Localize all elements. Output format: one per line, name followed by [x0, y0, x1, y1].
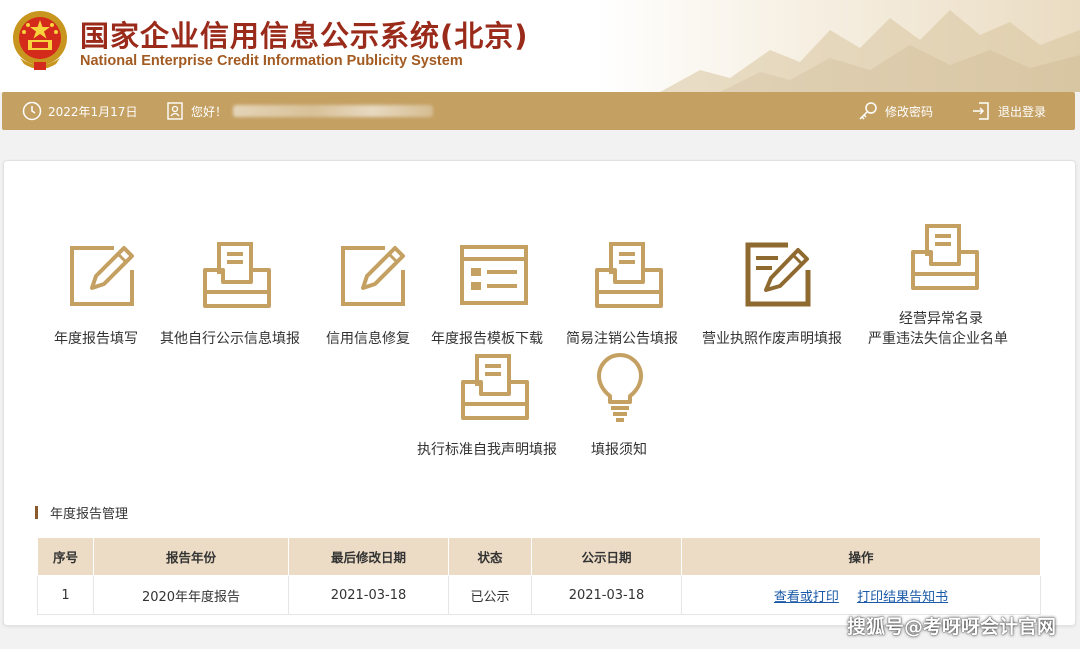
tile-label-annual-report-fill: 年度报告填写 — [54, 331, 138, 347]
site-header: 国家企业信用信息公示系统(北京) National Enterprise Cre… — [0, 0, 1080, 92]
tile-label-filing-notice: 填报须知 — [591, 442, 647, 458]
tile-label-template-download: 年度报告模板下载 — [431, 331, 543, 347]
tile-label-other-disclosure: 其他自行公示信息填报 — [160, 331, 300, 347]
template-form-icon — [460, 245, 528, 305]
tile-label-license-void: 营业执照作废声明填报 — [702, 331, 842, 347]
logout-label: 退出登录 — [998, 104, 1047, 119]
cell-index: 1 — [37, 575, 94, 615]
cell-status: 已公示 — [448, 575, 532, 615]
edit-pen-icon — [70, 246, 134, 306]
inbox-tray-icon — [595, 242, 663, 308]
edit-pen-icon — [341, 246, 405, 306]
inbox-tray-icon — [203, 242, 271, 308]
col-header-publish-date: 公示日期 — [531, 537, 682, 576]
tile-credit-repair[interactable] — [335, 240, 411, 308]
watermark-text: 搜狐号@考呀呀会计官网 — [846, 616, 1056, 638]
col-header-index: 序号 — [37, 537, 94, 576]
tile-template-download[interactable] — [458, 244, 530, 306]
print-result-notice-link[interactable]: 打印结果告知书 — [857, 590, 948, 605]
date-display: 2022年1月17日 — [22, 92, 137, 130]
annual-report-table: 序号 报告年份 最后修改日期 状态 公示日期 操作 1 2020年年度报告 20… — [37, 537, 1041, 615]
edit-document-icon — [745, 242, 811, 307]
logout-link[interactable]: 退出登录 — [970, 92, 1046, 130]
tile-filing-notice[interactable] — [596, 352, 644, 422]
site-title: 国家企业信用信息公示系统(北京) — [80, 19, 529, 53]
cell-publish-date: 2021-03-18 — [531, 575, 682, 615]
table-row: 1 2020年年度报告 2021-03-18 已公示 2021-03-18 查看… — [37, 575, 1041, 615]
cell-report-year: 2020年年度报告 — [93, 575, 289, 615]
blurred-username — [233, 105, 434, 117]
key-icon — [859, 102, 877, 120]
col-header-modified-date: 最后修改日期 — [288, 537, 449, 576]
tile-label-credit-repair: 信用信息修复 — [326, 331, 410, 347]
tile-other-disclosure[interactable] — [200, 240, 274, 308]
top-navbar: 2022年1月17日 您好！ 修改密码 退出登录 — [2, 92, 1075, 130]
current-date: 2022年1月17日 — [48, 104, 138, 119]
lightbulb-icon — [597, 353, 643, 422]
clock-icon — [22, 101, 42, 121]
table-header-row: 序号 报告年份 最后修改日期 状态 公示日期 操作 — [37, 537, 1041, 576]
cell-actions: 查看或打印 打印结果告知书 — [681, 575, 1041, 615]
col-header-actions: 操作 — [681, 537, 1041, 576]
tile-label-abnormal-list: 经营异常名录 — [899, 311, 983, 327]
mountain-background — [660, 10, 1080, 92]
tile-annual-report-fill[interactable] — [64, 240, 140, 308]
user-badge-icon — [167, 102, 183, 120]
tile-label-standard-declaration: 执行标准自我声明填报 — [417, 442, 557, 458]
tile-simple-deregistration[interactable] — [592, 240, 666, 308]
inbox-tray-icon — [911, 224, 979, 290]
tile-license-void[interactable] — [743, 240, 815, 308]
tile-label-simple-deregistration: 简易注销公告填报 — [566, 331, 678, 347]
logout-icon — [973, 102, 989, 120]
user-greeting: 您好！ — [165, 92, 434, 130]
section-title-text: 年度报告管理 — [50, 507, 129, 522]
view-or-print-link[interactable]: 查看或打印 — [774, 590, 839, 605]
tile-label-serious-violation-list: 严重违法失信企业名单 — [868, 331, 1008, 347]
col-header-status: 状态 — [448, 537, 532, 576]
section-title-marker — [35, 506, 38, 519]
section-title-annual-report-mgmt: 年度报告管理 — [35, 503, 128, 522]
tile-standard-declaration[interactable] — [458, 352, 532, 420]
national-emblem-icon — [13, 11, 67, 70]
col-header-report-year: 报告年份 — [93, 537, 289, 576]
tile-abnormal-list[interactable] — [908, 222, 982, 290]
inbox-tray-icon — [461, 354, 529, 420]
cell-modified-date: 2021-03-18 — [288, 575, 449, 615]
site-subtitle: National Enterprise Credit Information P… — [80, 53, 463, 69]
change-password-label: 修改密码 — [885, 104, 934, 119]
greeting-text: 您好！ — [191, 104, 228, 119]
change-password-link[interactable]: 修改密码 — [857, 92, 933, 130]
